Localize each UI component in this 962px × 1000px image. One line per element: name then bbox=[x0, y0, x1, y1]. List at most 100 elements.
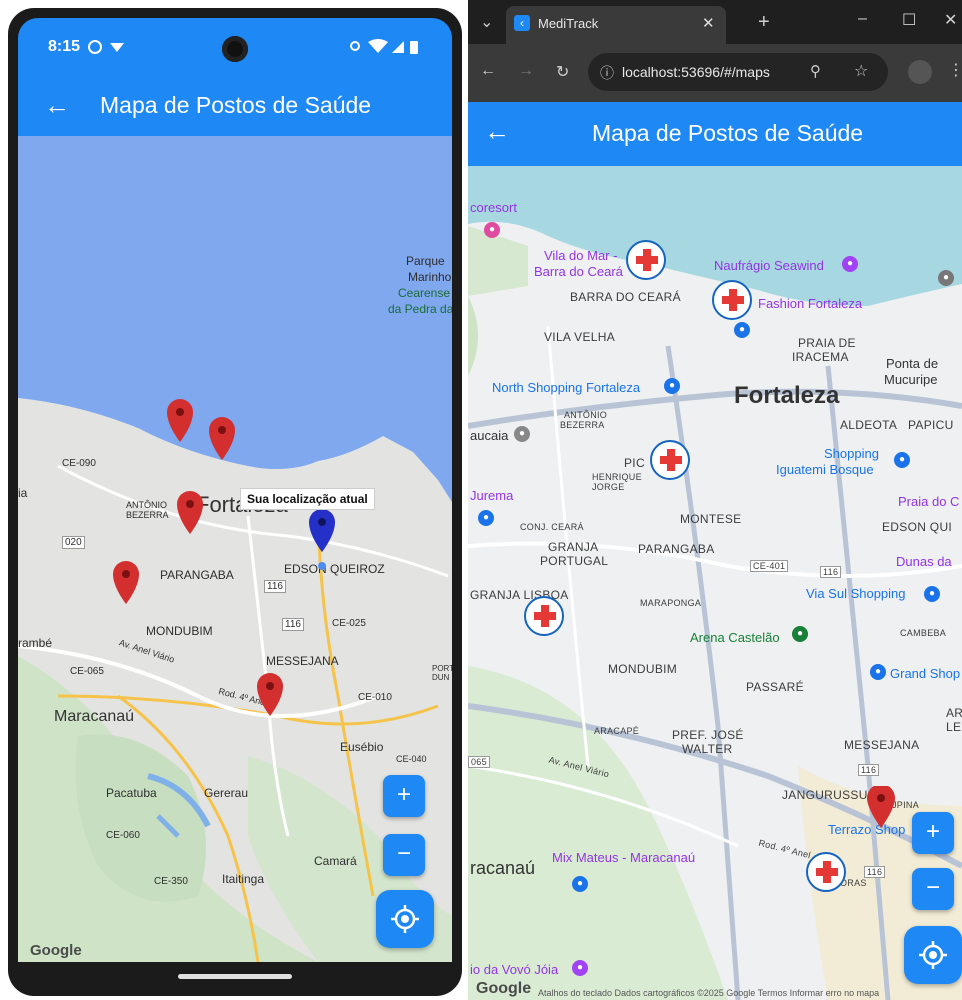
health-post-marker-4[interactable] bbox=[524, 596, 564, 636]
shopping-bag-icon-3[interactable]: ● bbox=[894, 452, 910, 468]
area-label-messejana: MESSEJANA bbox=[844, 738, 920, 752]
area-label-vila-velha: VILA VELHA bbox=[544, 330, 616, 344]
area-label-granja: GRANJA bbox=[548, 540, 599, 554]
health-marker-5[interactable] bbox=[257, 673, 283, 716]
close-tab-icon[interactable]: ✕ bbox=[702, 14, 715, 32]
area-label-montese: MONTESE bbox=[680, 512, 742, 526]
health-post-marker-5[interactable] bbox=[806, 852, 846, 892]
tab-meditrack[interactable]: ‹ MediTrack ✕ bbox=[506, 6, 726, 44]
place-pin-icon-2[interactable]: ● bbox=[514, 426, 530, 442]
shopping-bag-icon-4[interactable]: ● bbox=[478, 510, 494, 526]
zoom-in-button[interactable]: + bbox=[383, 775, 425, 817]
google-logo: Google bbox=[476, 980, 532, 997]
chrome-browser-window: ⌄ ‹ MediTrack ✕ + – ☐ ✕ ← → ↻ ⓘ localhos… bbox=[468, 0, 962, 1000]
resort-icon[interactable]: ● bbox=[484, 222, 500, 238]
poi-label-iguatemi: Iguatemi Bosque bbox=[776, 462, 874, 477]
shopping-bag-icon-6[interactable]: ● bbox=[870, 664, 886, 680]
health-marker-2[interactable] bbox=[209, 417, 235, 460]
zoom-out-button[interactable]: − bbox=[383, 834, 425, 876]
tab-strip: ⌄ ‹ MediTrack ✕ + – ☐ ✕ bbox=[468, 0, 962, 44]
poi-label-coresort: coresort bbox=[470, 200, 517, 215]
status-time: 8:15 bbox=[48, 38, 81, 55]
current-location-tooltip: Sua localização atual bbox=[240, 488, 375, 510]
crosshair-icon bbox=[391, 905, 419, 933]
page-title: Mapa de Postos de Saúde bbox=[592, 120, 864, 146]
zoom-out-button[interactable]: − bbox=[912, 868, 954, 910]
kebab-menu-icon[interactable]: ⋮ bbox=[948, 60, 962, 80]
shopping-bag-icon-5[interactable]: ● bbox=[924, 586, 940, 602]
location-permission-icon[interactable]: ⚲ bbox=[810, 62, 821, 80]
health-post-marker-3[interactable] bbox=[650, 440, 690, 480]
my-location-button[interactable] bbox=[376, 890, 434, 948]
poi-label-praia-do: Praia do C bbox=[898, 494, 960, 509]
place-pin-icon[interactable]: ● bbox=[938, 270, 954, 286]
road-shield-ce401: CE-401 bbox=[750, 560, 789, 572]
current-location-dot bbox=[318, 562, 326, 570]
area-label-pic: PIC bbox=[624, 456, 645, 470]
area-label-ar: AR bbox=[946, 706, 962, 720]
poi-label-vila-do-mar: Vila do Mar - bbox=[544, 248, 618, 263]
forward-nav-icon[interactable]: → bbox=[518, 62, 534, 80]
area-label-edson-qui: EDSON QUI bbox=[882, 520, 953, 534]
new-tab-icon[interactable]: + bbox=[758, 11, 770, 34]
poi-label-via-sul: Via Sul Shopping bbox=[806, 586, 906, 601]
shopping-cart-icon[interactable]: ● bbox=[572, 876, 588, 892]
poi-label-naufragio: Naufrágio Seawind bbox=[714, 258, 824, 273]
photo-spot-icon[interactable]: ● bbox=[842, 256, 858, 272]
poi-label-jurema: Jurema bbox=[470, 488, 514, 503]
area-label-mondubim: MONDUBIM bbox=[608, 662, 678, 676]
reload-icon[interactable]: ↻ bbox=[556, 62, 569, 82]
current-location-marker[interactable] bbox=[309, 509, 335, 552]
current-location-pin[interactable] bbox=[866, 786, 896, 830]
tab-title: MediTrack bbox=[538, 16, 599, 31]
gesture-nav-handle[interactable] bbox=[178, 974, 292, 979]
area-label-pref-jose: PREF. JOSÉ bbox=[672, 728, 744, 742]
area-label-antonio: ANTÔNIO bbox=[564, 410, 608, 420]
meditrack-favicon-icon: ‹ bbox=[514, 15, 530, 31]
poi-label-dunas: Dunas da bbox=[896, 554, 952, 569]
area-label-walter: WALTER bbox=[682, 742, 733, 756]
area-label-jpina: JPINA bbox=[892, 800, 920, 810]
city-label-racanau: racanaú bbox=[470, 858, 536, 878]
bookmark-star-icon[interactable]: ☆ bbox=[854, 61, 868, 81]
maximize-icon[interactable]: ☐ bbox=[902, 10, 916, 30]
app-bar: ← Mapa de Postos de Saúde bbox=[468, 102, 962, 166]
road-shield-116: 116 bbox=[820, 566, 842, 578]
area-label-le: LE bbox=[946, 720, 962, 734]
shopping-bag-icon-2[interactable]: ● bbox=[664, 378, 680, 394]
park-icon[interactable]: ● bbox=[572, 960, 588, 976]
map-view[interactable]: coresort ● Vila do Mar - Barra do Ceará … bbox=[468, 166, 962, 1000]
site-info-icon[interactable]: ⓘ bbox=[600, 63, 614, 83]
area-label-henrique-jorge: HENRIQUE JORGE bbox=[592, 472, 642, 492]
back-arrow-icon[interactable]: ← bbox=[44, 90, 70, 121]
minimize-icon[interactable]: – bbox=[858, 10, 867, 28]
back-arrow-icon[interactable]: ← bbox=[484, 116, 510, 147]
shopping-bag-icon[interactable]: ● bbox=[734, 322, 750, 338]
my-location-button[interactable] bbox=[904, 926, 962, 984]
health-post-marker-1[interactable] bbox=[626, 240, 666, 280]
area-label-papicu: PAPICU bbox=[908, 418, 954, 432]
area-label-mucuripe: Mucuripe bbox=[884, 372, 938, 387]
back-nav-icon[interactable]: ← bbox=[480, 62, 496, 80]
map-attribution[interactable]: Atalhos do teclado Dados cartográficos ©… bbox=[538, 988, 879, 998]
profile-avatar-icon[interactable] bbox=[908, 60, 932, 84]
health-post-marker-2[interactable] bbox=[712, 280, 752, 320]
tab-search-chevron-icon[interactable]: ⌄ bbox=[480, 12, 493, 32]
poi-label-fashion-fortaleza: Fashion Fortaleza bbox=[758, 296, 863, 311]
address-bar[interactable]: ⓘ localhost:53696/#/maps ⚲ ☆ bbox=[588, 53, 888, 91]
health-marker-1[interactable] bbox=[167, 399, 193, 442]
stadium-icon[interactable]: ● bbox=[792, 626, 808, 642]
area-label-parangaba: PARANGABA bbox=[638, 542, 715, 556]
front-camera bbox=[222, 36, 248, 62]
google-logo: Google bbox=[30, 942, 82, 959]
url-text: localhost:53696/#/maps bbox=[622, 64, 770, 80]
health-marker-4[interactable] bbox=[113, 561, 139, 604]
zoom-in-button[interactable]: + bbox=[912, 812, 954, 854]
health-marker-3[interactable] bbox=[177, 491, 203, 534]
area-label-iracema: IRACEMA bbox=[792, 350, 849, 364]
close-window-icon[interactable]: ✕ bbox=[944, 10, 957, 30]
crosshair-icon bbox=[919, 941, 947, 969]
area-label-bezerra: BEZERRA bbox=[560, 420, 605, 430]
status-icons-right bbox=[350, 39, 418, 54]
area-label-conj-ceara: CONJ. CEARÁ bbox=[520, 522, 584, 532]
